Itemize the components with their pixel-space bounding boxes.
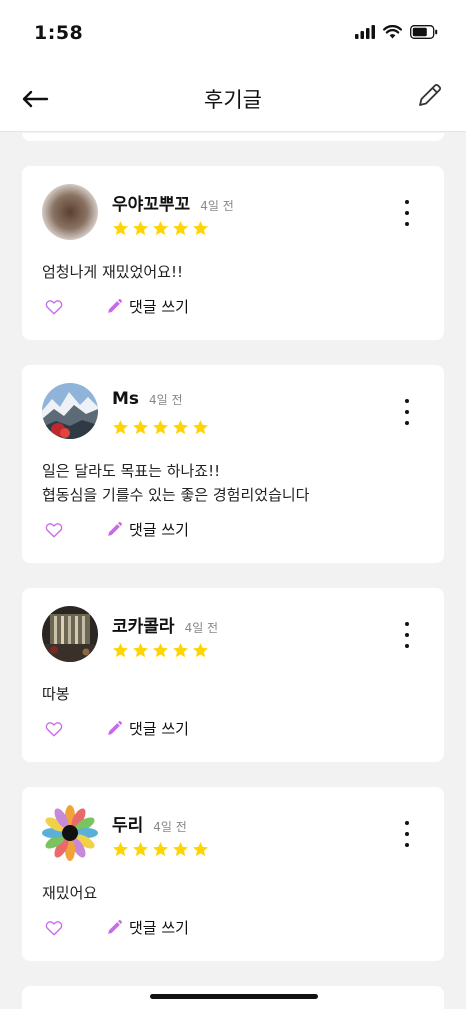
wifi-icon (383, 25, 402, 39)
name-row: 두리 4일 전 (112, 811, 187, 836)
reviewer-name: 코카콜라 (112, 617, 175, 637)
name-row: 우야꼬뿌꼬 4일 전 (112, 190, 234, 215)
star-icon (113, 842, 128, 857)
battery-icon (410, 25, 438, 39)
like-button[interactable] (44, 297, 64, 317)
review-actions: 댓글 쓰기 (44, 917, 189, 938)
review-card: Ms 4일 전 일은 달라도 목표는 하나죠!! 협동심을 기를수 있는 좋은 … (22, 365, 444, 563)
review-text: 일은 달라도 목표는 하나죠!! 협동심을 기를수 있는 좋은 경험리었습니다 (42, 462, 310, 504)
page-title: 후기글 (204, 88, 262, 112)
review-text: 따봉 (42, 685, 70, 703)
review-actions: 댓글 쓰기 (44, 718, 189, 739)
avatar (42, 383, 98, 439)
star-icon (133, 221, 148, 236)
heart-outline-icon (45, 522, 63, 537)
review-card: 코카콜라 4일 전 따봉 댓글 쓰기 (22, 588, 444, 762)
review-card-partial (22, 133, 444, 141)
star-icon (193, 842, 208, 857)
write-comment-label: 댓글 쓰기 (129, 521, 189, 539)
write-comment-label: 댓글 쓰기 (129, 919, 189, 937)
review-feed[interactable]: 우야꼬뿌꼬 4일 전 엄청나게 재밌었어요!! 댓글 쓰기 Ms 4일 전 일은… (0, 133, 466, 1009)
heart-outline-icon (45, 299, 63, 314)
status-icons (355, 25, 438, 39)
like-button[interactable] (44, 520, 64, 540)
star-rating (112, 419, 209, 436)
star-rating (112, 841, 209, 858)
write-comment-label: 댓글 쓰기 (129, 720, 189, 738)
status-bar: 1:58 (0, 0, 466, 66)
reviewer-name: Ms (112, 389, 140, 409)
star-icon (173, 221, 188, 236)
name-row: Ms 4일 전 (112, 389, 183, 409)
star-icon (113, 643, 128, 658)
signal-icon (355, 25, 375, 39)
review-actions: 댓글 쓰기 (44, 519, 189, 540)
pencil-fill-icon (108, 299, 122, 313)
star-icon (153, 842, 168, 857)
star-icon (153, 221, 168, 236)
write-comment-button[interactable]: 댓글 쓰기 (106, 519, 189, 540)
write-comment-button[interactable]: 댓글 쓰기 (106, 917, 189, 938)
write-comment-button[interactable]: 댓글 쓰기 (106, 296, 189, 317)
reviewer-name: 우야꼬뿌꼬 (112, 195, 191, 215)
review-card: 우야꼬뿌꼬 4일 전 엄청나게 재밌었어요!! 댓글 쓰기 (22, 166, 444, 340)
star-icon (153, 643, 168, 658)
like-button[interactable] (44, 918, 64, 938)
star-icon (173, 420, 188, 435)
review-time: 4일 전 (184, 621, 219, 635)
name-row: 코카콜라 4일 전 (112, 612, 218, 637)
star-rating (112, 220, 209, 237)
star-icon (173, 842, 188, 857)
review-text: 재밌어요 (42, 884, 98, 902)
star-icon (113, 420, 128, 435)
star-icon (173, 643, 188, 658)
review-actions: 댓글 쓰기 (44, 296, 189, 317)
more-options-button[interactable] (398, 399, 416, 425)
pencil-fill-icon (108, 920, 122, 934)
home-indicator[interactable] (150, 994, 318, 999)
star-icon (133, 842, 148, 857)
more-options-button[interactable] (398, 200, 416, 226)
header: 후기글 (0, 66, 466, 132)
star-icon (133, 643, 148, 658)
write-comment-label: 댓글 쓰기 (129, 298, 189, 316)
status-time: 1:58 (34, 22, 84, 44)
star-icon (133, 420, 148, 435)
heart-outline-icon (45, 920, 63, 935)
more-options-button[interactable] (398, 821, 416, 847)
avatar (42, 805, 98, 861)
pencil-icon (419, 83, 442, 106)
review-time: 4일 전 (149, 393, 183, 407)
star-icon (193, 221, 208, 236)
more-options-button[interactable] (398, 622, 416, 648)
review-time: 4일 전 (200, 199, 234, 213)
star-icon (193, 420, 208, 435)
star-icon (193, 643, 208, 658)
like-button[interactable] (44, 719, 64, 739)
star-rating (112, 642, 209, 659)
avatar (42, 606, 98, 662)
star-icon (153, 420, 168, 435)
review-card: 두리 4일 전 재밌어요 댓글 쓰기 (22, 787, 444, 961)
pencil-fill-icon (108, 522, 122, 536)
edit-button[interactable] (416, 81, 446, 111)
reviewer-name: 두리 (112, 816, 144, 836)
avatar (42, 184, 98, 240)
review-time: 4일 전 (153, 820, 187, 834)
review-text: 엄청나게 재밌었어요!! (42, 263, 183, 281)
star-icon (113, 221, 128, 236)
pencil-fill-icon (108, 721, 122, 735)
heart-outline-icon (45, 721, 63, 736)
write-comment-button[interactable]: 댓글 쓰기 (106, 718, 189, 739)
